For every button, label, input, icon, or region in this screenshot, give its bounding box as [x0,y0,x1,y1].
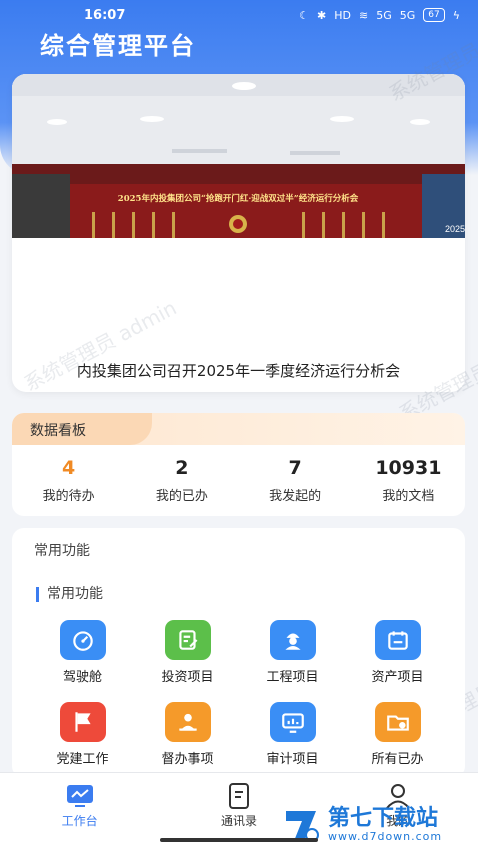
supervisor-icon [164,702,211,742]
hd-icon: HD [334,8,351,22]
app-title: 综合管理平台 [40,32,196,60]
function-label: 投资项目 [161,670,214,685]
function-investment-projects[interactable]: 投资项目 [135,620,240,692]
stat-label: 我的已办 [155,489,208,504]
svg-text:2025: 2025 [445,224,465,234]
function-label: 资产项目 [371,670,424,685]
worker-icon [269,620,316,660]
chart-monitor-icon [65,783,95,809]
dashboard-icon [59,620,106,660]
stat-my-documents[interactable]: 10931 我的文档 [352,445,465,516]
function-label: 审计项目 [266,752,319,767]
function-party-building[interactable]: 党建工作 [30,702,135,774]
function-label: 驾驶舱 [62,670,102,685]
site-logo-watermark: 第七下载站 www.d7down.com [282,800,478,850]
folder-check-icon [374,702,421,742]
signal-icon-1: 5G [376,8,392,22]
function-supervision-items[interactable]: 督办事项 [135,702,240,774]
calendar-icon [374,620,421,660]
function-label: 工程项目 [266,670,319,685]
stats-row: 4 我的待办 2 我的已办 7 我发起的 10931 我的文档 [12,445,465,516]
function-label: 督办事项 [161,752,214,767]
function-audit-projects[interactable]: 审计项目 [240,702,345,774]
common-functions-card: 常用功能 常用功能 驾驶舱 投资项目 工程项目 资产项目 党建工作 督办事项 审… [12,528,465,778]
functions-grid: 驾驶舱 投资项目 工程项目 资产项目 党建工作 督办事项 审计项目 所有已办 [30,620,450,774]
functions-title: 常用功能 [34,543,90,559]
tab-label: 工作台 [61,814,98,828]
edit-document-icon [164,620,211,660]
stats-header: 数据看板 [12,413,465,445]
site-logo-text: 第七下载站 [328,805,439,831]
functions-subtitle: 常用功能 [36,587,103,602]
banner-caption[interactable]: 内投集团公司召开2025年一季度经济运行分析会 [12,360,465,381]
news-banner[interactable]: 2025 2025年内投集团公司“抢跑开门红·迎战双过半”经济运行分析会 内投集… [12,74,465,392]
stat-value: 10931 [375,457,442,479]
stat-value: 4 [62,457,76,479]
stats-title: 数据看板 [30,423,86,439]
wifi-icon: ≋ [359,8,369,22]
site-logo-url: www.d7down.com [328,830,443,844]
status-time: 16:07 [84,7,126,23]
stat-label: 我发起的 [269,489,322,504]
stat-label: 我的待办 [42,489,95,504]
function-label: 党建工作 [56,752,109,767]
tab-workbench[interactable]: 工作台 [20,783,140,850]
banner-photo: 2025 2025年内投集团公司“抢跑开门红·迎战双过半”经济运行分析会 [12,74,465,238]
monitor-icon [269,702,316,742]
moon-icon: ☾ [299,8,310,22]
stat-value: 7 [288,457,302,479]
stat-my-todo[interactable]: 4 我的待办 [12,445,125,516]
function-cockpit[interactable]: 驾驶舱 [30,620,135,692]
stat-label: 我的文档 [382,489,435,504]
function-label: 所有已办 [371,752,424,767]
svg-text:2025年内投集团公司“抢跑开门红·迎战双过半”经济运行分析: 2025年内投集团公司“抢跑开门红·迎战双过半”经济运行分析会 [118,193,359,204]
stat-my-done[interactable]: 2 我的已办 [125,445,238,516]
stat-value: 2 [175,457,189,479]
home-indicator [160,838,318,842]
bluetooth-icon: ✱ [317,8,327,22]
charging-icon: ϟ [452,8,460,22]
function-asset-projects[interactable]: 资产项目 [345,620,450,692]
flag-icon [59,702,106,742]
contacts-book-icon [224,783,254,809]
battery-icon: 67 [423,8,445,22]
function-engineering-projects[interactable]: 工程项目 [240,620,345,692]
data-dashboard-card: 数据看板 4 我的待办 2 我的已办 7 我发起的 10931 我的文档 [12,413,465,516]
status-icons: ☾ ✱ HD ≋ 5G 5G 67 ϟ [299,8,460,22]
function-all-done[interactable]: 所有已办 [345,702,450,774]
tab-label: 通讯录 [220,814,257,828]
signal-icon-2: 5G [399,8,416,22]
stat-my-initiated[interactable]: 7 我发起的 [239,445,352,516]
